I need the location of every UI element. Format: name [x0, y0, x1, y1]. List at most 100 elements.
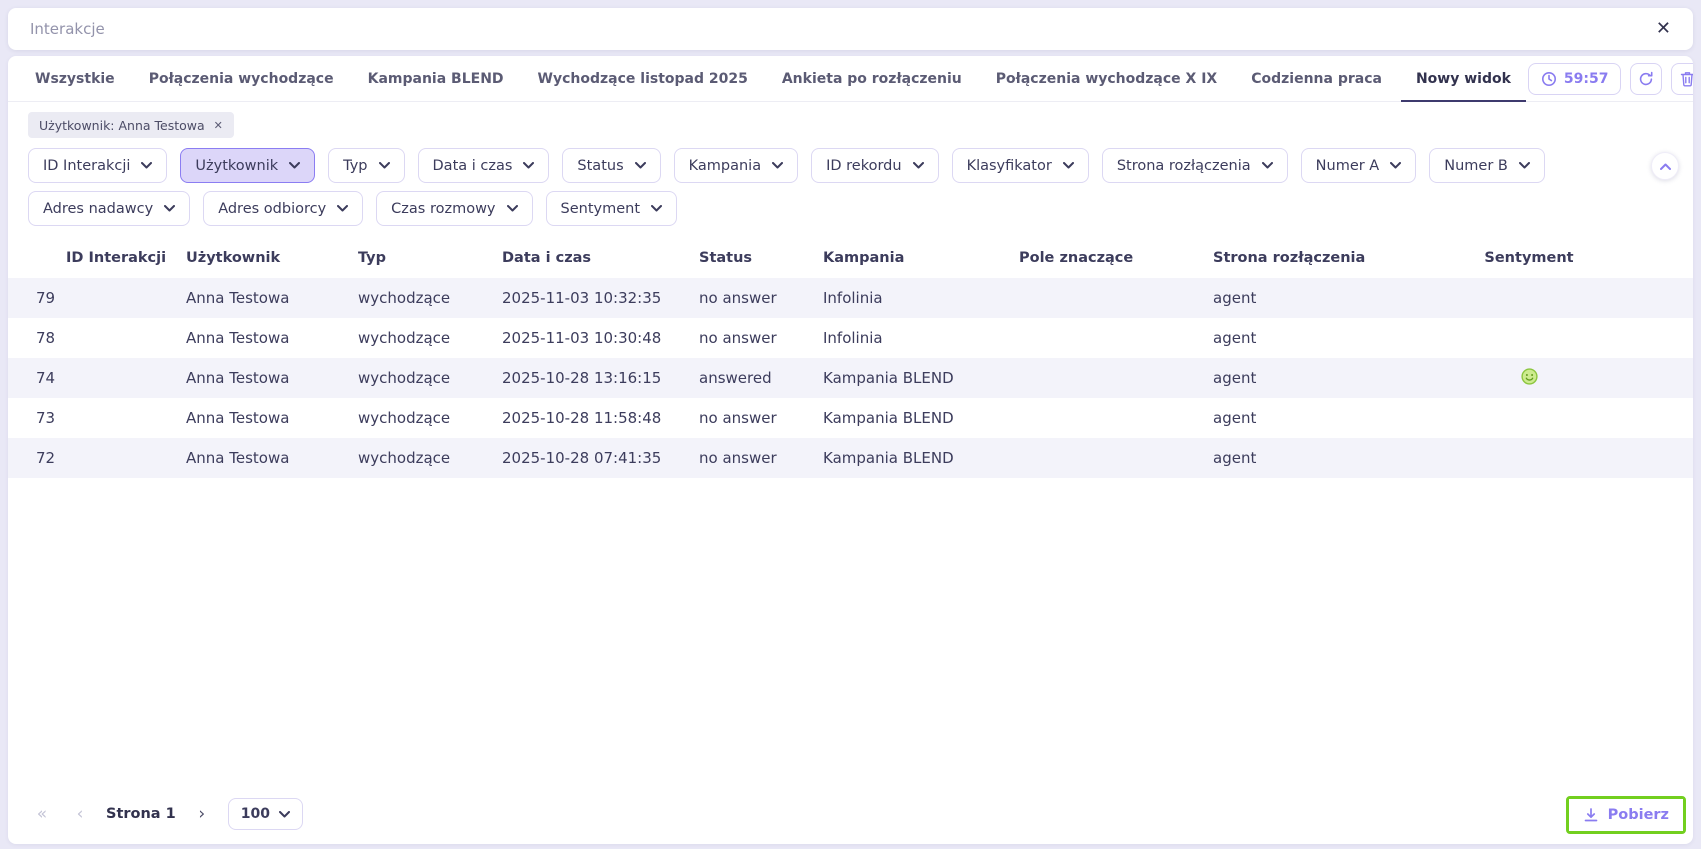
delete-view-button[interactable]: [1671, 62, 1693, 95]
chevron-down-icon: [1062, 162, 1074, 169]
table-row[interactable]: 78 Anna Testowa wychodzące 2025-11-03 10…: [8, 318, 1693, 358]
filter-id-interakcji[interactable]: ID Interakcji: [28, 148, 168, 183]
download-icon: [1583, 807, 1599, 823]
tab-polaczenia-wychodzace[interactable]: Połączenia wychodzące: [132, 56, 351, 101]
column-header-sentyment: Sentyment: [1484, 250, 1574, 266]
table-row[interactable]: 74 Anna Testowa wychodzące 2025-10-28 13…: [8, 358, 1693, 398]
cell-datetime: 2025-10-28 13:16:15: [502, 369, 662, 387]
active-filter-chip[interactable]: Użytkownik: Anna Testowa ✕: [28, 112, 234, 138]
cell-campaign: Infolinia: [823, 329, 883, 347]
tab-toolbar: 59:57: [1527, 56, 1693, 101]
page-size-value: 100: [240, 806, 270, 822]
column-header-data-i-czas: Data i czas: [502, 250, 592, 266]
table-row[interactable]: 73 Anna Testowa wychodzące 2025-10-28 11…: [8, 398, 1693, 438]
modal-header: Interakcje ✕: [8, 8, 1693, 50]
tab-wszystkie[interactable]: Wszystkie: [18, 56, 132, 101]
filter-label: Czas rozmowy: [391, 200, 496, 217]
timer-button[interactable]: 59:57: [1527, 62, 1622, 95]
download-button[interactable]: Pobierz: [1568, 799, 1683, 831]
column-header-strona-rozlaczenia: Strona rozłączenia: [1213, 250, 1366, 266]
cell-campaign: Infolinia: [823, 289, 883, 307]
filter-label: Adres odbiorcy: [218, 200, 327, 217]
column-header-pole-znaczace: Pole znaczące: [1019, 250, 1134, 266]
column-header-typ: Typ: [358, 250, 387, 266]
chevron-down-icon: [912, 162, 924, 169]
chevron-down-icon: [278, 810, 290, 818]
filter-id-rekordu[interactable]: ID rekordu: [811, 148, 939, 183]
download-label: Pobierz: [1607, 807, 1669, 823]
download-highlight-box: Pobierz: [1565, 796, 1686, 834]
timer-value: 59:57: [1563, 70, 1609, 87]
cell-user: Anna Testowa: [186, 289, 290, 307]
cell-type: wychodzące: [358, 289, 451, 307]
filter-label: Numer A: [1315, 157, 1380, 174]
cell-type: wychodzące: [358, 329, 451, 347]
cell-sentiment: [1449, 367, 1609, 389]
filter-kampania[interactable]: Kampania: [673, 148, 799, 183]
tab-ankieta-po-rozlaczeniu[interactable]: Ankieta po rozłączeniu: [765, 56, 979, 101]
filters-section: Użytkownik: Anna Testowa ✕ ID Interakcji…: [8, 102, 1693, 234]
cell-status: no answer: [699, 289, 777, 307]
table-row[interactable]: 72 Anna Testowa wychodzące 2025-10-28 07…: [8, 438, 1693, 478]
cell-campaign: Kampania BLEND: [823, 449, 954, 467]
page-size-select[interactable]: 100: [227, 798, 303, 830]
tab-wychodzace-listopad-2025[interactable]: Wychodzące listopad 2025: [521, 56, 765, 101]
chip-remove-icon[interactable]: ✕: [214, 119, 223, 132]
cell-type: wychodzące: [358, 409, 451, 427]
refresh-button[interactable]: [1630, 62, 1663, 95]
filter-label: Sentyment: [560, 200, 641, 217]
chevron-down-icon: [1390, 162, 1402, 169]
filter-sentyment[interactable]: Sentyment: [545, 191, 678, 226]
filter-data-i-czas[interactable]: Data i czas: [417, 148, 550, 183]
filter-numer-b[interactable]: Numer B: [1429, 148, 1545, 183]
filter-status[interactable]: Status: [562, 148, 661, 183]
filter-label: Użytkownik: [195, 157, 279, 174]
filter-label: Kampania: [688, 157, 762, 174]
chevron-down-icon: [651, 205, 663, 212]
cell-type: wychodzące: [358, 369, 451, 387]
filter-label: Data i czas: [432, 157, 513, 174]
chevron-down-icon: [378, 162, 390, 169]
filter-numer-a[interactable]: Numer A: [1300, 148, 1417, 183]
next-page-button[interactable]: ›: [190, 804, 214, 824]
filter-adres-nadawcy[interactable]: Adres nadawcy: [28, 191, 191, 226]
collapse-filters-button[interactable]: [1651, 152, 1679, 180]
chevron-up-icon: [1659, 163, 1671, 170]
column-header-id-interakcji: ID Interakcji: [66, 250, 167, 266]
filter-klasyfikator[interactable]: Klasyfikator: [951, 148, 1089, 183]
cell-user: Anna Testowa: [186, 449, 290, 467]
chevron-down-icon: [141, 162, 153, 169]
table-row[interactable]: 79 Anna Testowa wychodzące 2025-11-03 10…: [8, 278, 1693, 318]
filter-adres-odbiorcy[interactable]: Adres odbiorcy: [203, 191, 364, 226]
tab-kampania-blend[interactable]: Kampania BLEND: [351, 56, 521, 101]
prev-page-button[interactable]: ‹: [68, 804, 92, 824]
tab-nowy-widok[interactable]: Nowy widok: [1399, 56, 1528, 102]
chevron-down-icon: [634, 162, 646, 169]
pagination-bar: « ‹ Strona 1 › 100 Pobierz: [8, 786, 1693, 844]
cell-status: no answer: [699, 329, 777, 347]
cell-id: 79: [36, 289, 56, 307]
chevron-down-icon: [1261, 162, 1273, 169]
first-page-button[interactable]: «: [30, 804, 54, 824]
trash-icon: [1680, 71, 1693, 87]
tab-codzienna-praca[interactable]: Codzienna praca: [1234, 56, 1399, 101]
filter-uzytkownik[interactable]: Użytkownik: [180, 148, 316, 183]
cell-disconnect-side: agent: [1213, 409, 1257, 427]
chevron-down-icon: [506, 205, 518, 212]
chevron-down-icon: [337, 205, 349, 212]
tab-polaczenia-wychodzace-x-ix[interactable]: Połączenia wychodzące X IX: [979, 56, 1234, 101]
cell-user: Anna Testowa: [186, 329, 290, 347]
chevron-down-icon: [772, 162, 784, 169]
cell-id: 74: [36, 369, 56, 387]
clock-icon: [1541, 71, 1557, 87]
filter-typ[interactable]: Typ: [328, 148, 405, 183]
chip-label: Użytkownik: Anna Testowa: [39, 117, 205, 133]
cell-datetime: 2025-10-28 07:41:35: [502, 449, 662, 467]
cell-datetime: 2025-11-03 10:30:48: [502, 329, 662, 347]
cell-status: no answer: [699, 449, 777, 467]
close-icon[interactable]: ✕: [1656, 20, 1671, 38]
page-title: Interakcje: [30, 20, 105, 38]
filter-czas-rozmowy[interactable]: Czas rozmowy: [376, 191, 533, 226]
filter-strona-rozlaczenia[interactable]: Strona rozłączenia: [1101, 148, 1288, 183]
tab-bar: Wszystkie Połączenia wychodzące Kampania…: [8, 56, 1693, 102]
